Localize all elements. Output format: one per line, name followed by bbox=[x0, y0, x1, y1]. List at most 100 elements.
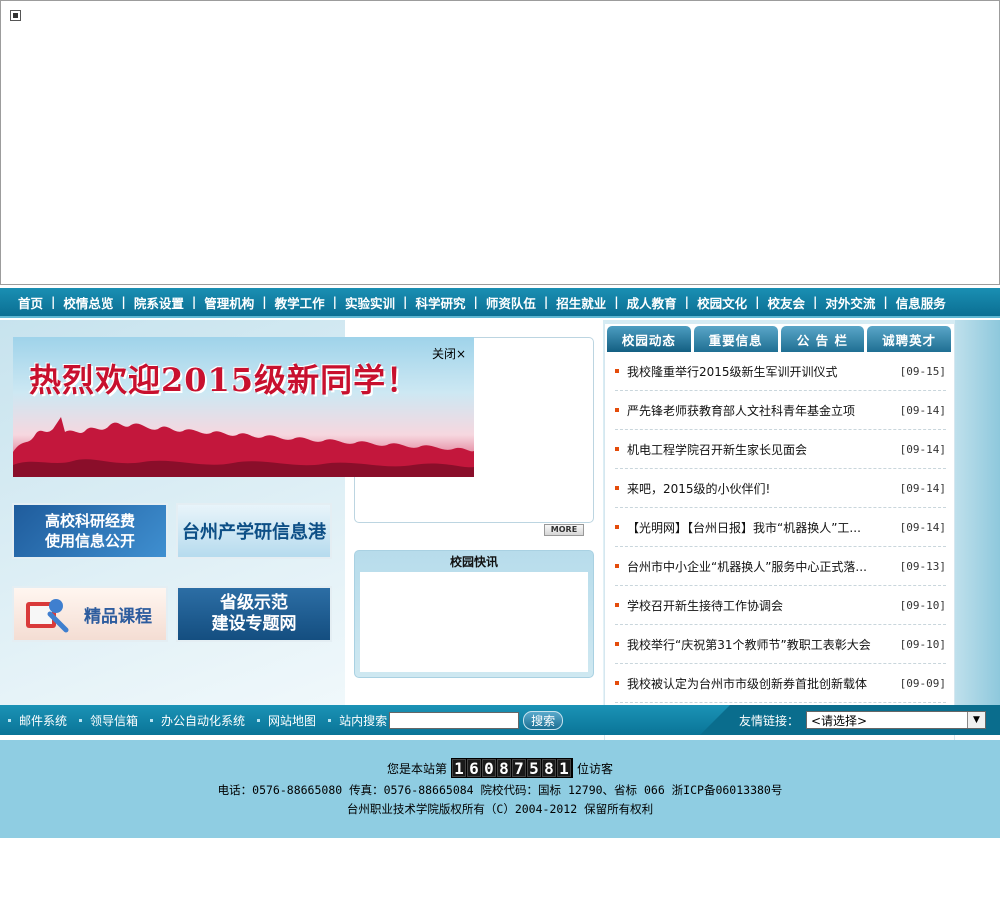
friend-links-select[interactable]: <请选择> ▼ bbox=[806, 711, 986, 729]
search-button[interactable]: 搜索 bbox=[523, 710, 564, 730]
footer: 您是本站第 16087581 位访客 电话：0576-88665080 传真：0… bbox=[0, 740, 1000, 838]
right-decor-strip bbox=[955, 320, 1000, 705]
news-item-title[interactable]: 严先锋老师获教育部人文社科青年基金立项 bbox=[627, 402, 900, 419]
nav-item: | 师资队伍 bbox=[471, 293, 541, 312]
nav-separator: | bbox=[812, 295, 818, 309]
footer-copyright: 台州职业技术学院版权所有（C）2004-2012 保留所有权利 bbox=[346, 802, 654, 816]
nav-separator: | bbox=[473, 295, 478, 309]
visitor-prefix: 您是本站第 bbox=[386, 761, 447, 776]
nav-link[interactable]: 校情总览 bbox=[57, 293, 119, 312]
research-funds-link[interactable]: 高校科研经费 使用信息公开 bbox=[12, 503, 168, 559]
news-item[interactable]: 【光明网】【台州日报】我市“机器换人”工... [09-14] bbox=[615, 508, 946, 547]
banner-headline: 热烈欢迎2015级新同学！ bbox=[29, 361, 420, 399]
news-tab[interactable]: 公 告 栏 bbox=[780, 326, 865, 352]
nav-link[interactable]: 信息服务 bbox=[890, 293, 952, 312]
utility-link[interactable]: 办公自动化系统 bbox=[150, 712, 245, 729]
news-item[interactable]: 台州市中小企业“机器换人”服务中心正式落... [09-13] bbox=[615, 547, 946, 586]
header-flash-frame bbox=[0, 0, 1000, 285]
news-item-title[interactable]: 【光明网】【台州日报】我市“机器换人”工... bbox=[627, 519, 900, 536]
news-item[interactable]: 机电工程学院召开新生家长见面会 [09-14] bbox=[615, 430, 946, 469]
bullet-icon bbox=[615, 447, 619, 451]
nav-separator: | bbox=[684, 295, 690, 309]
nav-link[interactable]: 管理机构 bbox=[198, 293, 260, 312]
campus-flash-body bbox=[360, 572, 588, 672]
bullet-icon bbox=[615, 603, 619, 607]
news-item-title[interactable]: 我校被认定为台州市市级创新券首批创新载体 bbox=[627, 675, 900, 692]
nav-link[interactable]: 招生就业 bbox=[550, 293, 612, 312]
bullet-icon bbox=[328, 718, 332, 722]
nav-link[interactable]: 对外交流 bbox=[819, 293, 881, 312]
nav-link[interactable]: 实验实训 bbox=[339, 293, 401, 312]
nav-link[interactable]: 成人教育 bbox=[621, 293, 683, 312]
news-item[interactable]: 严先锋老师获教育部人文社科青年基金立项 [09-14] bbox=[615, 391, 946, 430]
nav-link[interactable]: 科学研究 bbox=[409, 293, 471, 312]
news-item[interactable]: 来吧，2015级的小伙伴们! [09-14] bbox=[615, 469, 946, 508]
news-item-title[interactable]: 我校举行“庆祝第31个教师节”教职工表彰大会 bbox=[627, 636, 900, 653]
nav-separator: | bbox=[403, 295, 408, 309]
provincial-demo-line1: 省级示范 bbox=[220, 593, 288, 613]
news-item-title[interactable]: 我校隆重举行2015级新生军训开训仪式 bbox=[627, 363, 900, 380]
news-item-date: [09-09] bbox=[899, 676, 946, 690]
bullet-icon bbox=[615, 564, 619, 568]
nav-separator: | bbox=[51, 295, 56, 309]
chevron-down-icon[interactable]: ▼ bbox=[967, 712, 985, 728]
counter-digit: 8 bbox=[542, 759, 556, 778]
industry-research-link[interactable]: 台州产学研信息港 bbox=[176, 503, 332, 559]
nav-separator: | bbox=[614, 295, 619, 309]
friend-links-label: 友情链接： bbox=[739, 713, 800, 728]
news-item-date: [09-14] bbox=[899, 481, 946, 495]
utility-link[interactable]: 邮件系统 bbox=[8, 712, 67, 729]
news-item-title[interactable]: 学校召开新生接待工作协调会 bbox=[627, 597, 900, 614]
nav-item: | 校情总览 bbox=[49, 293, 119, 312]
visitor-counter: 16087581 bbox=[451, 758, 573, 778]
utility-link[interactable]: 领导信箱 bbox=[79, 712, 138, 729]
nav-link[interactable]: 首页 bbox=[12, 293, 49, 312]
counter-digit: 8 bbox=[497, 759, 511, 778]
nav-separator: | bbox=[543, 295, 549, 309]
nav-link[interactable]: 校友会 bbox=[761, 293, 811, 312]
counter-digit: 5 bbox=[527, 759, 541, 778]
bullet-icon bbox=[79, 718, 83, 722]
news-item[interactable]: 我校举行“庆祝第31个教师节”教职工表彰大会 [09-10] bbox=[615, 625, 946, 664]
counter-digit: 7 bbox=[512, 759, 526, 778]
nav-link[interactable]: 教学工作 bbox=[269, 293, 331, 312]
news-item-title[interactable]: 来吧，2015级的小伙伴们! bbox=[627, 480, 900, 497]
provincial-demo-link[interactable]: 省级示范 建设专题网 bbox=[176, 586, 332, 642]
news-item[interactable]: 我校被认定为台州市市级创新券首批创新载体 [09-09] bbox=[615, 664, 946, 703]
bullet-icon bbox=[615, 681, 619, 685]
news-item-title[interactable]: 台州市中小企业“机器换人”服务中心正式落... bbox=[627, 558, 900, 575]
news-tab[interactable]: 校园动态 bbox=[607, 326, 691, 352]
nav-item: | 管理机构 bbox=[190, 293, 260, 312]
counter-digit: 6 bbox=[467, 759, 481, 778]
site-search-input[interactable] bbox=[389, 711, 520, 729]
course-badge-icon bbox=[26, 599, 69, 633]
nav-item: | 信息服务 bbox=[881, 293, 951, 312]
banner-close-button[interactable]: 关闭× bbox=[432, 345, 466, 362]
quality-course-link[interactable]: 精品课程 bbox=[12, 586, 168, 642]
news-tab[interactable]: 诚聘英才 bbox=[867, 326, 951, 352]
nav-link[interactable]: 院系设置 bbox=[128, 293, 190, 312]
utility-link[interactable]: 网站地图 bbox=[257, 712, 316, 729]
more-button[interactable]: MORE bbox=[544, 524, 584, 536]
visitor-counter-row: 您是本站第 16087581 位访客 bbox=[0, 758, 1000, 778]
news-item[interactable]: 学校召开新生接待工作协调会 [09-10] bbox=[615, 586, 946, 625]
campus-flash-box: 校园快讯 bbox=[354, 550, 594, 678]
nav-item: | 校友会 bbox=[753, 293, 811, 312]
news-item-date: [09-14] bbox=[899, 442, 946, 456]
nav-link[interactable]: 校园文化 bbox=[691, 293, 753, 312]
nav-item: | 院系设置 bbox=[119, 293, 189, 312]
industry-research-label: 台州产学研信息港 bbox=[182, 522, 326, 543]
news-tab[interactable]: 重要信息 bbox=[693, 326, 778, 352]
bullet-icon bbox=[257, 718, 261, 722]
news-item-title[interactable]: 机电工程学院召开新生家长见面会 bbox=[627, 441, 900, 458]
nav-link[interactable]: 师资队伍 bbox=[480, 293, 542, 312]
utility-link-label: 办公自动化系统 bbox=[161, 713, 246, 728]
news-item-date: [09-15] bbox=[899, 364, 946, 378]
news-panel: 校园动态 重要信息公 告 栏诚聘英才 我校隆重举行2015级新生军训开训仪式 [09… bbox=[604, 324, 955, 741]
nav-item: | 成人教育 bbox=[612, 293, 682, 312]
nav-separator: | bbox=[121, 295, 126, 309]
news-item[interactable]: 我校隆重举行2015级新生军训开训仪式 [09-15] bbox=[615, 352, 946, 391]
broken-image-icon bbox=[10, 10, 21, 21]
news-item-date: [09-10] bbox=[899, 598, 946, 612]
welcome-banner[interactable]: 热烈欢迎2015级新同学！ 关闭× bbox=[13, 337, 474, 477]
